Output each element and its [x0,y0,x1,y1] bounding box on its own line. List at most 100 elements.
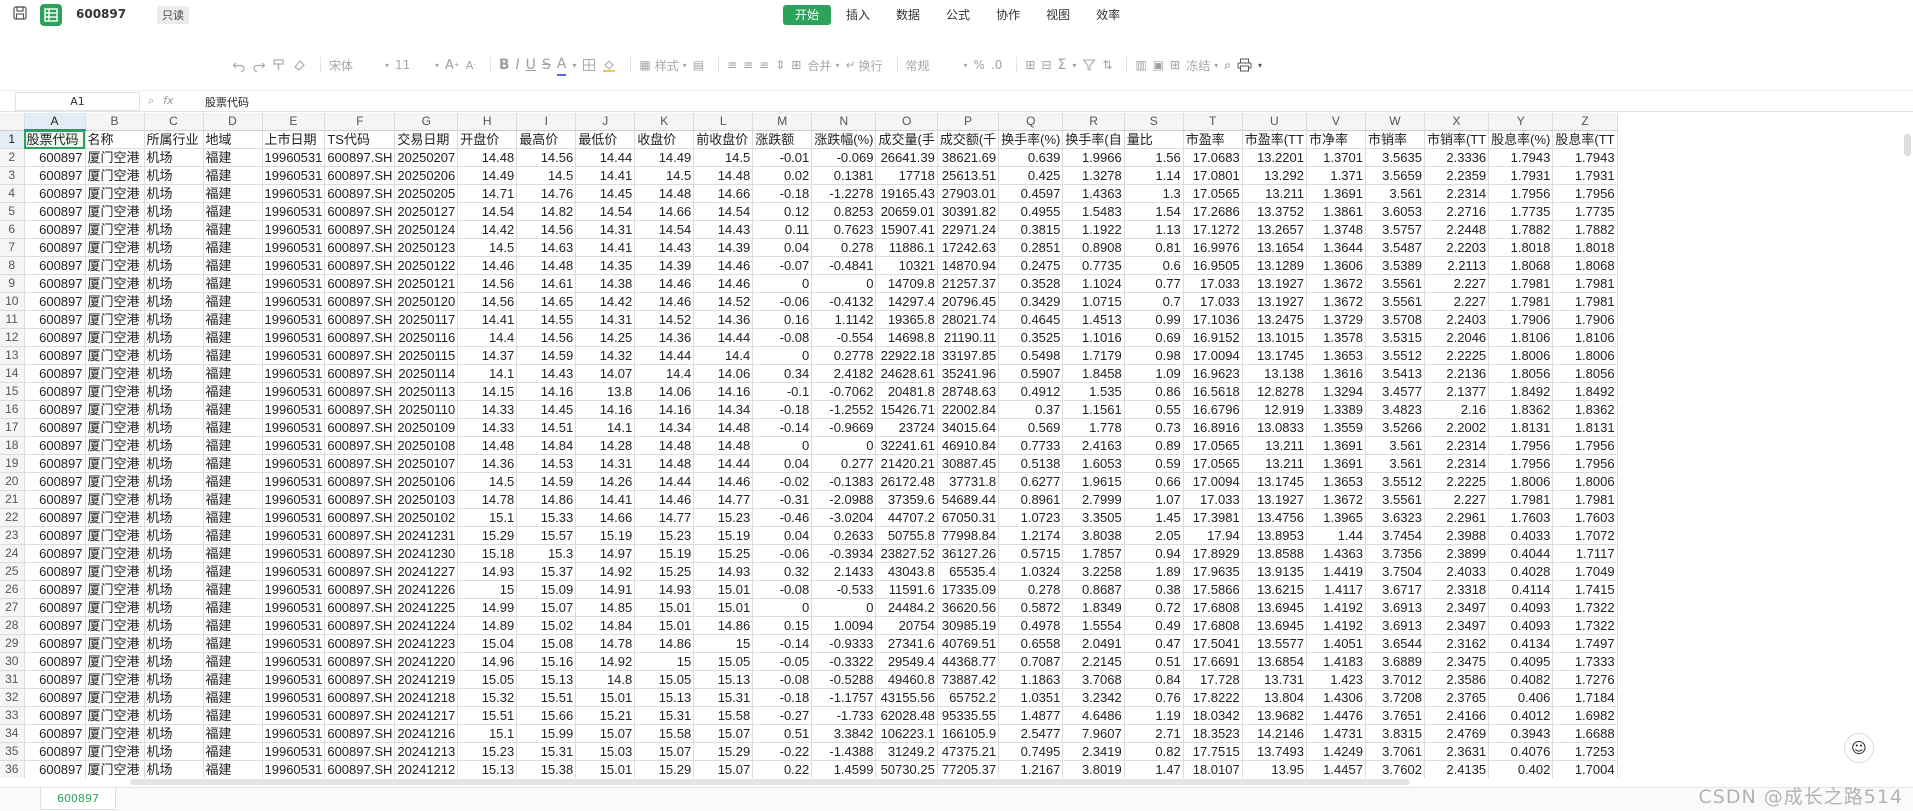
data-cell[interactable]: 600897.SH [324,742,396,761]
data-cell[interactable]: 厦门空港 [85,742,145,761]
data-cell[interactable]: 2.16 [1424,400,1490,419]
data-cell[interactable]: 1.3672 [1306,292,1366,311]
data-cell[interactable]: 20241224 [394,616,459,635]
data-cell[interactable]: 14.56 [457,292,518,311]
data-cell[interactable]: 3.5635 [1365,148,1425,167]
data-cell[interactable]: 15.29 [634,760,695,778]
data-cell[interactable]: 15.07 [693,724,754,743]
data-cell[interactable]: 1.8131 [1552,418,1618,437]
data-cell[interactable]: 15.08 [516,634,577,653]
data-cell[interactable]: 15.1 [457,724,518,743]
data-cell[interactable]: 3.5708 [1365,310,1425,329]
data-cell[interactable]: 0.77 [1124,274,1184,293]
data-cell[interactable]: 0.5715 [998,544,1064,563]
data-cell[interactable]: 25613.51 [937,166,1000,185]
data-cell[interactable]: 15.57 [516,526,577,545]
data-cell[interactable]: 3.5561 [1365,292,1425,311]
data-cell[interactable]: 15.05 [457,670,518,689]
header-cell[interactable]: 成交量(手 [875,130,938,149]
data-cell[interactable]: 机场 [144,382,204,401]
data-cell[interactable]: 600897.SH [324,274,396,293]
data-cell[interactable]: -1.1757 [811,688,877,707]
data-cell[interactable]: 1.7956 [1488,436,1554,455]
data-cell[interactable]: 1.7981 [1488,274,1554,293]
data-cell[interactable]: 0.86 [1124,382,1184,401]
header-cell[interactable]: 市盈率(TT [1242,130,1307,149]
data-cell[interactable]: 0.4134 [1488,634,1554,653]
column-header[interactable]: E [262,113,326,131]
data-cell[interactable]: 14.41 [575,166,636,185]
data-cell[interactable]: 1.7906 [1552,310,1618,329]
data-cell[interactable]: 20754 [875,616,938,635]
data-cell[interactable]: 19960531 [262,580,326,599]
data-cell[interactable]: 1.3672 [1306,274,1366,293]
data-cell[interactable]: 16.9505 [1183,256,1243,275]
data-cell[interactable]: 22971.24 [937,220,1000,239]
data-cell[interactable]: 1.3559 [1306,418,1366,437]
data-cell[interactable]: 600897.SH [324,382,396,401]
data-cell[interactable]: 机场 [144,364,204,383]
vertical-align-icon[interactable]: ⇕ [775,54,785,76]
data-cell[interactable]: 3.8019 [1062,760,1125,778]
data-cell[interactable]: 14.48 [693,418,754,437]
data-cell[interactable]: 3.3842 [811,724,877,743]
data-cell[interactable]: 600897.SH [324,364,396,383]
data-cell[interactable]: 19960531 [262,256,326,275]
row-header[interactable]: 31 [0,670,25,689]
data-cell[interactable]: 2.2314 [1424,184,1490,203]
data-cell[interactable]: 1.9966 [1062,148,1125,167]
row-header[interactable]: 13 [0,346,25,365]
row-header[interactable]: 29 [0,634,25,653]
data-cell[interactable]: 0.22 [752,760,813,778]
data-cell[interactable]: 14.66 [634,202,695,221]
data-cell[interactable]: 0.11 [752,220,813,239]
data-cell[interactable]: 20241216 [394,724,459,743]
column-header[interactable]: B [85,113,145,131]
data-cell[interactable]: 19365.8 [875,310,938,329]
data-cell[interactable]: 17.5041 [1183,634,1243,653]
decimal-icon[interactable]: .0 [991,54,1002,76]
eraser-icon[interactable] [292,54,306,76]
data-cell[interactable]: 600897 [24,472,86,491]
data-cell[interactable]: 67050.31 [937,508,1000,527]
data-cell[interactable]: 2.2225 [1424,472,1490,491]
data-cell[interactable]: -0.06 [752,292,813,311]
data-cell[interactable]: 600897.SH [324,220,396,239]
data-cell[interactable]: 600897 [24,400,86,419]
data-cell[interactable]: 20250124 [394,220,459,239]
column-header[interactable]: C [144,113,204,131]
data-cell[interactable]: 17.0565 [1183,454,1243,473]
row-header[interactable]: 33 [0,706,25,725]
data-cell[interactable]: 1.4513 [1062,310,1125,329]
data-cell[interactable]: 3.7504 [1365,562,1425,581]
data-cell[interactable]: 17.6808 [1183,598,1243,617]
row-header[interactable]: 5 [0,202,25,221]
data-cell[interactable]: 1.8018 [1552,238,1618,257]
data-cell[interactable]: 厦门空港 [85,580,145,599]
data-cell[interactable]: 600897.SH [324,688,396,707]
data-cell[interactable]: 0.7495 [998,742,1064,761]
data-cell[interactable]: 19960531 [262,454,326,473]
data-cell[interactable]: 厦门空港 [85,418,145,437]
data-cell[interactable]: 1.3701 [1306,148,1366,167]
data-cell[interactable]: 厦门空港 [85,238,145,257]
data-cell[interactable]: 机场 [144,166,204,185]
data-cell[interactable]: 17.728 [1183,670,1243,689]
data-cell[interactable]: 0 [811,274,877,293]
data-cell[interactable]: 600897.SH [324,616,396,635]
row-header[interactable]: 3 [0,166,25,185]
data-cell[interactable]: 0.4645 [998,310,1064,329]
data-cell[interactable]: 1.7049 [1552,562,1618,581]
data-cell[interactable]: 20250116 [394,328,459,347]
data-cell[interactable]: 26172.48 [875,472,938,491]
data-cell[interactable]: 机场 [144,616,204,635]
data-cell[interactable]: 0.12 [752,202,813,221]
data-cell[interactable]: 77205.37 [937,760,1000,778]
data-cell[interactable]: 3.561 [1365,436,1425,455]
data-cell[interactable]: 2.3336 [1424,148,1490,167]
data-cell[interactable]: 0.425 [998,166,1064,185]
data-cell[interactable]: 0.94 [1124,544,1184,563]
data-cell[interactable]: 1.7415 [1552,580,1618,599]
data-cell[interactable]: 14.2146 [1242,724,1307,743]
data-cell[interactable]: 19960531 [262,184,326,203]
